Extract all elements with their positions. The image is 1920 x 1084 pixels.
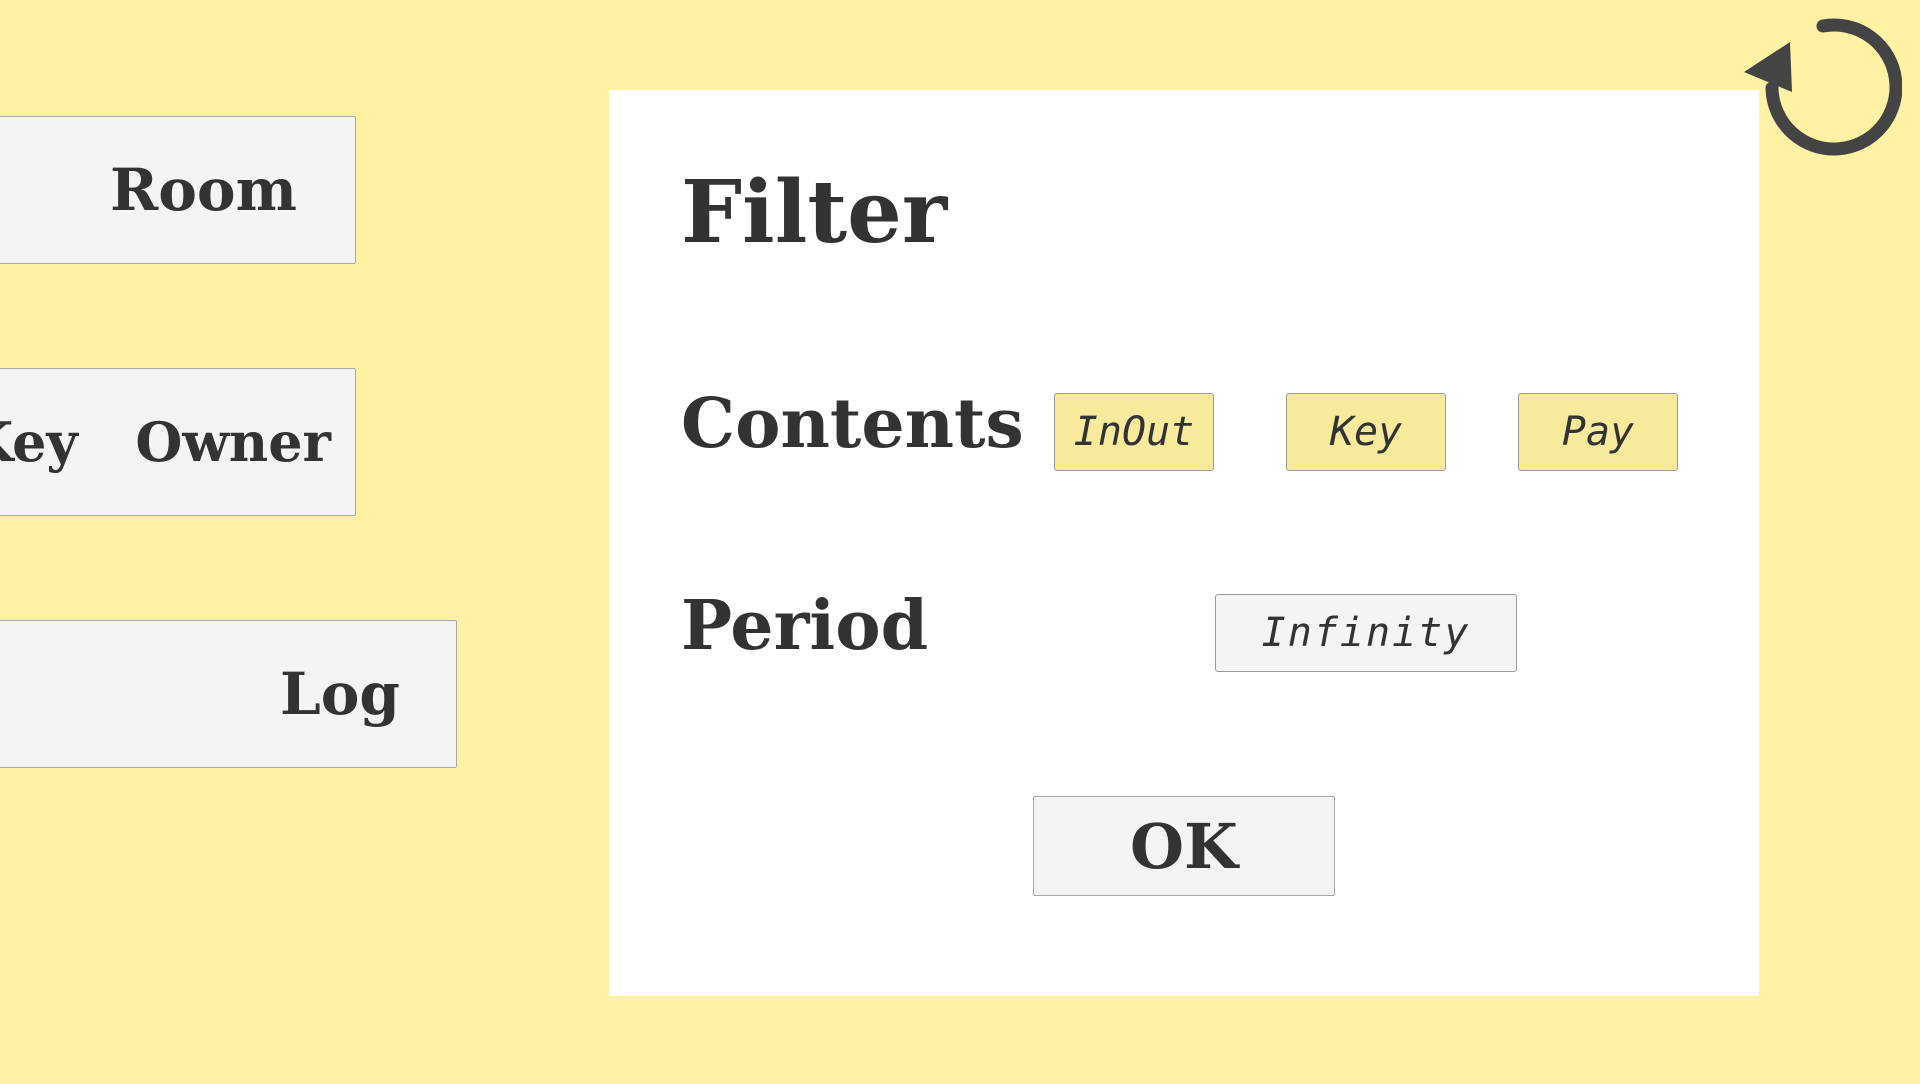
- period-selector[interactable]: Infinity: [1215, 594, 1517, 672]
- ok-button[interactable]: OK: [1033, 796, 1335, 896]
- room-button-label: Room: [110, 156, 297, 224]
- period-label: Period: [681, 586, 929, 666]
- log-button[interactable]: Log: [0, 620, 457, 768]
- contents-option-label: InOut: [1073, 409, 1195, 455]
- contents-option-pay[interactable]: Pay: [1518, 393, 1678, 471]
- contents-label: Contents: [681, 384, 1024, 464]
- contents-option-label: Key: [1329, 409, 1403, 455]
- key-owner-button[interactable]: Key Owner: [0, 368, 356, 516]
- filter-dialog: Filter Contents InOut Key Pay Period Inf…: [609, 90, 1759, 996]
- period-value: Infinity: [1261, 610, 1471, 656]
- log-button-label: Log: [279, 660, 400, 728]
- reset-button[interactable]: [1738, 14, 1903, 166]
- refresh-icon: [1744, 18, 1903, 156]
- contents-option-key[interactable]: Key: [1286, 393, 1446, 471]
- contents-option-inout[interactable]: InOut: [1054, 393, 1214, 471]
- ok-button-label: OK: [1130, 809, 1238, 883]
- room-button[interactable]: Room: [0, 116, 356, 264]
- key-owner-button-label: Key Owner: [0, 410, 331, 474]
- contents-option-label: Pay: [1561, 409, 1635, 455]
- dialog-title: Filter: [681, 162, 948, 263]
